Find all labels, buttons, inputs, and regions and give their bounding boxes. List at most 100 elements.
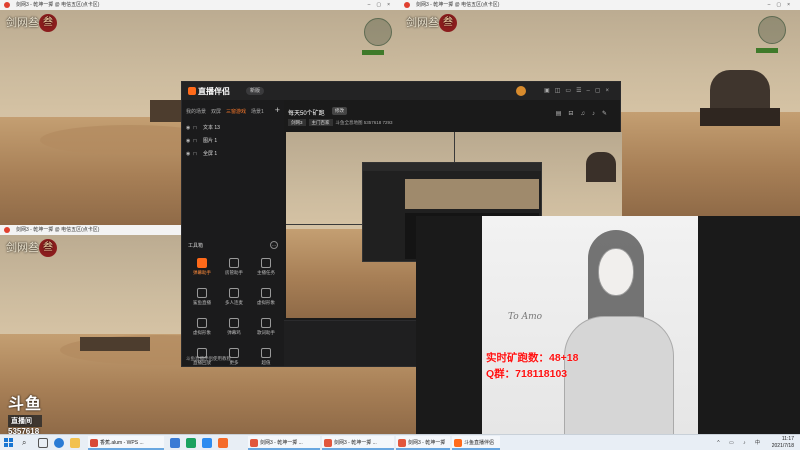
taskbar-item[interactable]: 剑网3 - 乾坤一掷 ... <box>396 436 450 450</box>
window-controls[interactable]: –▢× <box>368 0 396 10</box>
eye-icon[interactable]: ◉ <box>186 122 193 135</box>
plus-icon[interactable]: + <box>275 105 280 115</box>
notice-link[interactable]: 斗鱼直播伴侣使用教程 <box>186 356 231 362</box>
taskbar-item-label: 剑网3 - 乾坤一掷 ... <box>408 440 446 446</box>
more-icon[interactable]: … <box>270 241 278 249</box>
tool-button[interactable]: 直播回放 <box>186 348 218 378</box>
tool-label: 弹幕鸡 <box>227 330 241 335</box>
taskbar-item-label: 剑网3 - 乾坤一掷 ... <box>260 440 303 446</box>
taskbar-item[interactable]: 剑网3 - 乾坤一掷 ... <box>322 436 394 450</box>
toolbar-icons[interactable]: ▤⊟♫♪✎ <box>556 110 614 117</box>
tool-icon <box>229 258 239 268</box>
game-logo: 剑网叁叁 <box>406 14 457 32</box>
tool-button[interactable]: 超值 <box>250 348 282 378</box>
system-tray[interactable]: ^ ▭ ♪ 中 <box>717 439 764 446</box>
tool-button[interactable]: 主播任务 <box>250 258 282 288</box>
qq-icon[interactable] <box>170 438 180 448</box>
titlebar-icons[interactable]: ▣◫▭☰–▢× <box>544 87 614 94</box>
taskbar-item[interactable]: 斗鱼直播伴侣 <box>452 436 500 450</box>
tool-button[interactable]: 虚拟形象 <box>186 318 218 348</box>
room-meta: 剑网3 主门百家 斗鱼全息地图 5357618 7293 <box>288 119 393 126</box>
game-logo-seal: 叁 <box>439 14 457 32</box>
folder-icon[interactable] <box>70 438 80 448</box>
source-label: 全屏 1 <box>203 151 218 157</box>
search-icon[interactable]: ⌕ <box>22 438 32 448</box>
tool-button[interactable]: 弹幕鸡 <box>218 318 250 348</box>
app-pin-icon[interactable] <box>218 438 228 448</box>
tool-label: 虚拟形象 <box>257 300 275 305</box>
tool-button[interactable]: 弹幕助手 <box>186 258 218 288</box>
game-logo: 剑网叁叁 <box>6 14 57 32</box>
app-icon <box>250 439 258 447</box>
tool-label: 超值 <box>261 360 271 365</box>
lock-icon[interactable]: ⊓ <box>193 122 203 135</box>
tool-button[interactable]: 歌词助手 <box>250 318 282 348</box>
app-icon <box>404 2 410 8</box>
nested-titlebar <box>363 163 541 171</box>
minimap[interactable] <box>758 16 786 44</box>
taskbar-item[interactable]: 剑网3 - 乾坤一掷 ... <box>248 436 320 450</box>
source-label: 文本 13 <box>203 125 220 131</box>
mail-icon[interactable] <box>202 438 212 448</box>
list-item[interactable]: ◉ ⊓ 文本 13 <box>186 122 280 135</box>
lock-icon[interactable]: ⊓ <box>193 148 203 161</box>
tool-icon <box>261 318 271 328</box>
list-item[interactable]: ◉ ⊓ 全屏 1 <box>186 148 280 161</box>
eye-icon[interactable]: ◉ <box>186 148 193 161</box>
window-title: 剑网3 - 乾坤一掷 @ 电信五区(点卡区) <box>16 2 100 8</box>
signature: To Amo <box>508 312 543 322</box>
watermark-brand: 斗鱼 <box>8 396 43 413</box>
tab-scene-3[interactable]: 场景1 <box>251 109 264 115</box>
nested-preview <box>405 179 539 209</box>
tool-icon <box>197 258 207 268</box>
avatar[interactable] <box>516 86 526 96</box>
window-titlebar[interactable]: 剑网3 - 乾坤一掷 @ 电信五区(点卡区) –▢× <box>400 0 800 10</box>
app-icon <box>4 227 10 233</box>
clock[interactable]: 11:17 2021/7/18 <box>772 436 794 450</box>
eye-icon[interactable]: ◉ <box>186 135 193 148</box>
source-label: 图片 1 <box>203 138 218 144</box>
stat-line-1: 实时矿跑数：48+18 <box>486 352 579 364</box>
app-icon <box>398 439 406 447</box>
tool-button[interactable]: 虚拟形象 <box>250 288 282 318</box>
tool-button[interactable]: 更多 <box>218 348 250 378</box>
clock-date: 2021/7/18 <box>771 443 794 449</box>
tab-scene-0[interactable]: 我的场景 <box>186 109 206 115</box>
tab-scene-2[interactable]: 三窗游戏 <box>226 109 246 115</box>
tool-label: 歌词助手 <box>257 330 275 335</box>
version-badge[interactable]: 新版 <box>246 87 265 95</box>
tool-button[interactable]: 多人连麦 <box>218 288 250 318</box>
edge-icon[interactable] <box>54 438 64 448</box>
tool-icon <box>229 318 239 328</box>
watermark-tag: 直播间 <box>8 415 43 427</box>
scene-tabs: 我的场景 双屏 三窗游戏 场景1 <box>186 108 282 118</box>
tool-button[interactable]: 鲨鱼直播 <box>186 288 218 318</box>
room-stats: 斗鱼全息地图 5357618 7293 <box>335 120 393 125</box>
category-chip[interactable]: 剑网3 <box>288 119 306 126</box>
lock-icon[interactable]: ⊓ <box>193 135 203 148</box>
tool-label: 弹幕助手 <box>193 270 211 275</box>
clock-time: 11:17 <box>781 436 794 442</box>
wechat-icon[interactable] <box>186 438 196 448</box>
window-title: 剑网3 - 乾坤一掷 @ 电信五区(点卡区) <box>416 2 500 8</box>
taskbar-item-label: 斗鱼直播伴侣 <box>464 440 495 446</box>
game-logo-seal: 叁 <box>39 239 57 257</box>
window-titlebar[interactable]: 剑网3 - 乾坤一掷 @ 电信五区(点卡区) –▢× <box>0 0 400 10</box>
minimap[interactable] <box>364 18 392 46</box>
tool-icon <box>261 288 271 298</box>
scene-panel: 我的场景 双屏 三窗游戏 场景1 + ◉ ⊓ 文本 13 ◉ ⊓ 图片 1 ◉ ⊓ 全屏 1 工具… <box>182 100 284 366</box>
window-controls[interactable]: –▢× <box>768 0 796 10</box>
tool-button[interactable]: 房管助手 <box>218 258 250 288</box>
tab-scene-1[interactable]: 双屏 <box>211 109 221 115</box>
tool-label: 房管助手 <box>225 270 243 275</box>
windows-start-icon[interactable] <box>4 438 14 448</box>
taskbar-item[interactable]: 香蕉.alum - WPS ... <box>88 436 164 450</box>
app-titlebar[interactable]: 直播伴侣 新版 ▣◫▭☰–▢× <box>182 82 620 100</box>
list-item[interactable]: ◉ ⊓ 图片 1 <box>186 135 280 148</box>
category-chip[interactable]: 主门百家 <box>308 119 333 126</box>
app-logo-icon <box>188 87 196 95</box>
edit-room-button[interactable]: 修改 <box>332 107 347 115</box>
task-view-icon[interactable] <box>38 438 48 448</box>
pavilion-base <box>700 108 780 126</box>
app-icon <box>454 439 462 447</box>
